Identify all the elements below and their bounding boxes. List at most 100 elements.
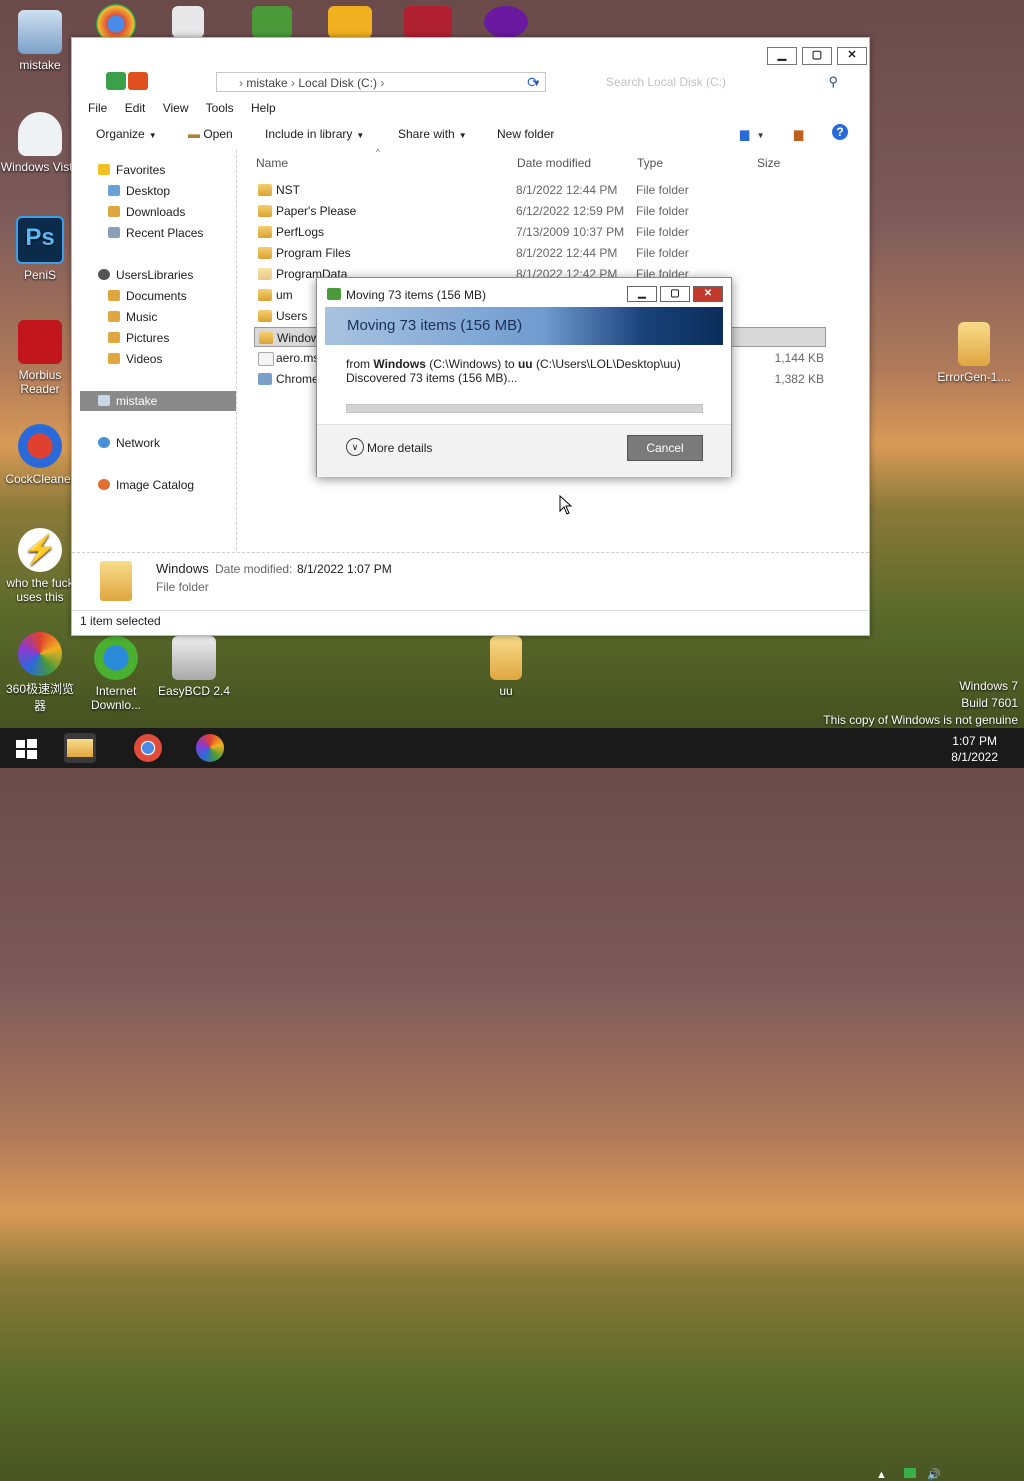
column-name[interactable]: Name xyxy=(256,156,288,170)
file-explorer-taskbar-icon[interactable] xyxy=(64,733,96,763)
documents-icon xyxy=(108,290,120,301)
refresh-icon[interactable]: ⟳ xyxy=(524,73,542,91)
system-tray: ▲ 🔊 xyxy=(876,1468,941,1481)
yahoo-icon[interactable] xyxy=(484,6,528,38)
table-row[interactable]: Program Files 8/1/2022 12:44 PM File folde… xyxy=(254,243,826,263)
desktop-icon-who-uses-this[interactable]: ⚡ who the fuck uses this xyxy=(0,528,80,604)
maximize-button[interactable]: ▢ xyxy=(660,286,690,302)
nav-documents[interactable]: Documents xyxy=(108,286,187,306)
preview-pane-icon[interactable]: ▆ xyxy=(794,127,803,141)
column-type[interactable]: Type xyxy=(637,156,663,170)
desktop-icon-morbius-reader[interactable]: Morbius Reader xyxy=(0,320,80,396)
file-name: Users xyxy=(276,309,308,323)
column-size[interactable]: Size xyxy=(757,156,780,170)
nav-pictures[interactable]: Pictures xyxy=(108,328,169,348)
status-text: 1 item selected xyxy=(80,614,161,628)
desktop-icon-easybcd[interactable]: EasyBCD 2.4 xyxy=(154,636,234,698)
nav-libraries[interactable]: UsersLibraries xyxy=(98,265,193,285)
file-name: Program Files xyxy=(276,246,351,260)
maximize-button[interactable]: ▢ xyxy=(802,47,832,65)
desktop-icon-uu[interactable]: uu xyxy=(466,636,546,698)
bird-icon[interactable] xyxy=(404,6,452,38)
desktop-icon-label: who the fuck uses this xyxy=(6,576,74,604)
windows-watermark: Windows 7 Build 7601 This copy of Window… xyxy=(823,678,1018,729)
nav-computer[interactable]: mistake xyxy=(80,391,236,411)
desktop-icon-windows-vista[interactable]: Windows Vista xyxy=(0,112,80,174)
table-row[interactable]: Paper's Please 6/12/2022 12:59 PM File fol… xyxy=(254,201,826,221)
from-path: (C:\Windows) xyxy=(429,357,502,371)
start-button[interactable] xyxy=(12,733,40,763)
breadcrumb-mistake[interactable]: mistake xyxy=(246,76,287,90)
file-date: 6/12/2022 12:59 PM xyxy=(516,204,625,218)
chevron-down-icon[interactable]: ∨ xyxy=(346,438,364,456)
window-controls: ▁ ▢ ✕ xyxy=(762,47,867,65)
desktop-icon-360-browser[interactable]: 360极速浏览器 xyxy=(0,632,80,714)
volume-icon[interactable]: 🔊 xyxy=(927,1469,941,1481)
include-library-button[interactable]: Include in library ▼ xyxy=(265,127,364,141)
browser-360-taskbar-icon[interactable] xyxy=(194,733,226,763)
cancel-button[interactable]: Cancel xyxy=(627,435,703,461)
transfer-paths: from Windows (C:\Windows) to uu (C:\User… xyxy=(346,357,681,371)
close-button[interactable]: ✕ xyxy=(837,47,867,65)
column-date[interactable]: Date modified xyxy=(517,156,591,170)
shield-icon[interactable] xyxy=(252,6,292,38)
details-type: File folder xyxy=(156,580,209,594)
organize-button[interactable]: Organize ▼ xyxy=(96,127,157,141)
nav-favorites[interactable]: Favorites xyxy=(98,160,165,180)
desktop-icon-cockcleaner[interactable]: CockCleaner xyxy=(0,424,80,486)
clock-date: 8/1/2022 xyxy=(951,750,998,764)
easybcd-icon xyxy=(172,636,216,680)
nav-music[interactable]: Music xyxy=(108,307,157,327)
menu-edit[interactable]: Edit xyxy=(125,101,146,115)
clock-time: 1:07 PM xyxy=(952,734,997,748)
nav-recent-places[interactable]: Recent Places xyxy=(108,223,203,243)
share-with-button[interactable]: Share with ▼ xyxy=(398,127,467,141)
chrome-taskbar-icon[interactable] xyxy=(132,733,164,763)
folder-icon xyxy=(490,636,522,680)
help-icon[interactable]: ? xyxy=(832,124,848,140)
tray-expand-icon[interactable]: ▲ xyxy=(876,1469,887,1481)
folder-icon xyxy=(258,289,272,301)
minimize-button[interactable]: ▁ xyxy=(627,286,657,302)
desktop-icon-mistake[interactable]: mistake xyxy=(0,10,80,72)
minimize-button[interactable]: ▁ xyxy=(767,47,797,65)
desktop-icon-label: uu xyxy=(499,684,513,698)
taskbar-clock[interactable]: 1:07 PM 8/1/2022 xyxy=(951,733,998,765)
nav-network[interactable]: Network xyxy=(98,433,160,453)
folder-icon xyxy=(259,332,273,344)
new-folder-button[interactable]: New folder xyxy=(497,127,554,141)
menu-tools[interactable]: Tools xyxy=(206,101,234,115)
forward-icon[interactable] xyxy=(128,72,148,90)
search-input[interactable]: Search Local Disk (C:) ⚲ xyxy=(594,72,844,92)
network-status-icon[interactable] xyxy=(903,1468,916,1478)
address-bar[interactable]: › mistake › Local Disk (C:) › ▼ xyxy=(216,72,546,92)
view-options-icon[interactable]: ▆ ▼ xyxy=(740,127,764,141)
menu-file[interactable]: File xyxy=(88,101,107,115)
close-button[interactable]: ✕ xyxy=(693,286,723,302)
table-row[interactable]: PerfLogs 7/13/2009 10:37 PM File folder xyxy=(254,222,826,242)
folder-icon xyxy=(958,322,990,366)
back-icon[interactable] xyxy=(106,72,126,90)
nav-image-catalog[interactable]: Image Catalog xyxy=(98,475,194,495)
to-prefix: to xyxy=(504,357,515,371)
solitaire-icon[interactable] xyxy=(172,6,204,38)
desktop-icon-penis[interactable]: Ps PeniS xyxy=(0,216,80,282)
nav-downloads[interactable]: Downloads xyxy=(108,202,185,222)
nav-label: Documents xyxy=(126,289,187,303)
menu-view[interactable]: View xyxy=(163,101,189,115)
desktop-icon-label: EasyBCD 2.4 xyxy=(157,684,231,698)
open-button[interactable]: ▬ Open xyxy=(188,127,233,141)
navigation-pane: Favorites Desktop Downloads Recent Place… xyxy=(80,156,236,548)
search-icon[interactable]: ⚲ xyxy=(828,72,838,92)
desktop-icon-label: ErrorGen-1.... xyxy=(937,370,1011,384)
nav-videos[interactable]: Videos xyxy=(108,349,162,369)
table-row[interactable]: NST 8/1/2022 12:44 PM File folder xyxy=(254,180,826,200)
more-details-link[interactable]: More details xyxy=(367,441,432,455)
breadcrumb-local-disk[interactable]: Local Disk (C:) xyxy=(298,76,377,90)
nav-desktop[interactable]: Desktop xyxy=(108,181,170,201)
desktop-icon-errorgen[interactable]: ErrorGen-1.... xyxy=(934,322,1014,384)
menu-help[interactable]: Help xyxy=(251,101,276,115)
pane-splitter[interactable] xyxy=(236,150,238,550)
game-icon[interactable] xyxy=(328,6,372,38)
desktop-icon-internet-download[interactable]: Internet Downlo... xyxy=(76,636,156,712)
